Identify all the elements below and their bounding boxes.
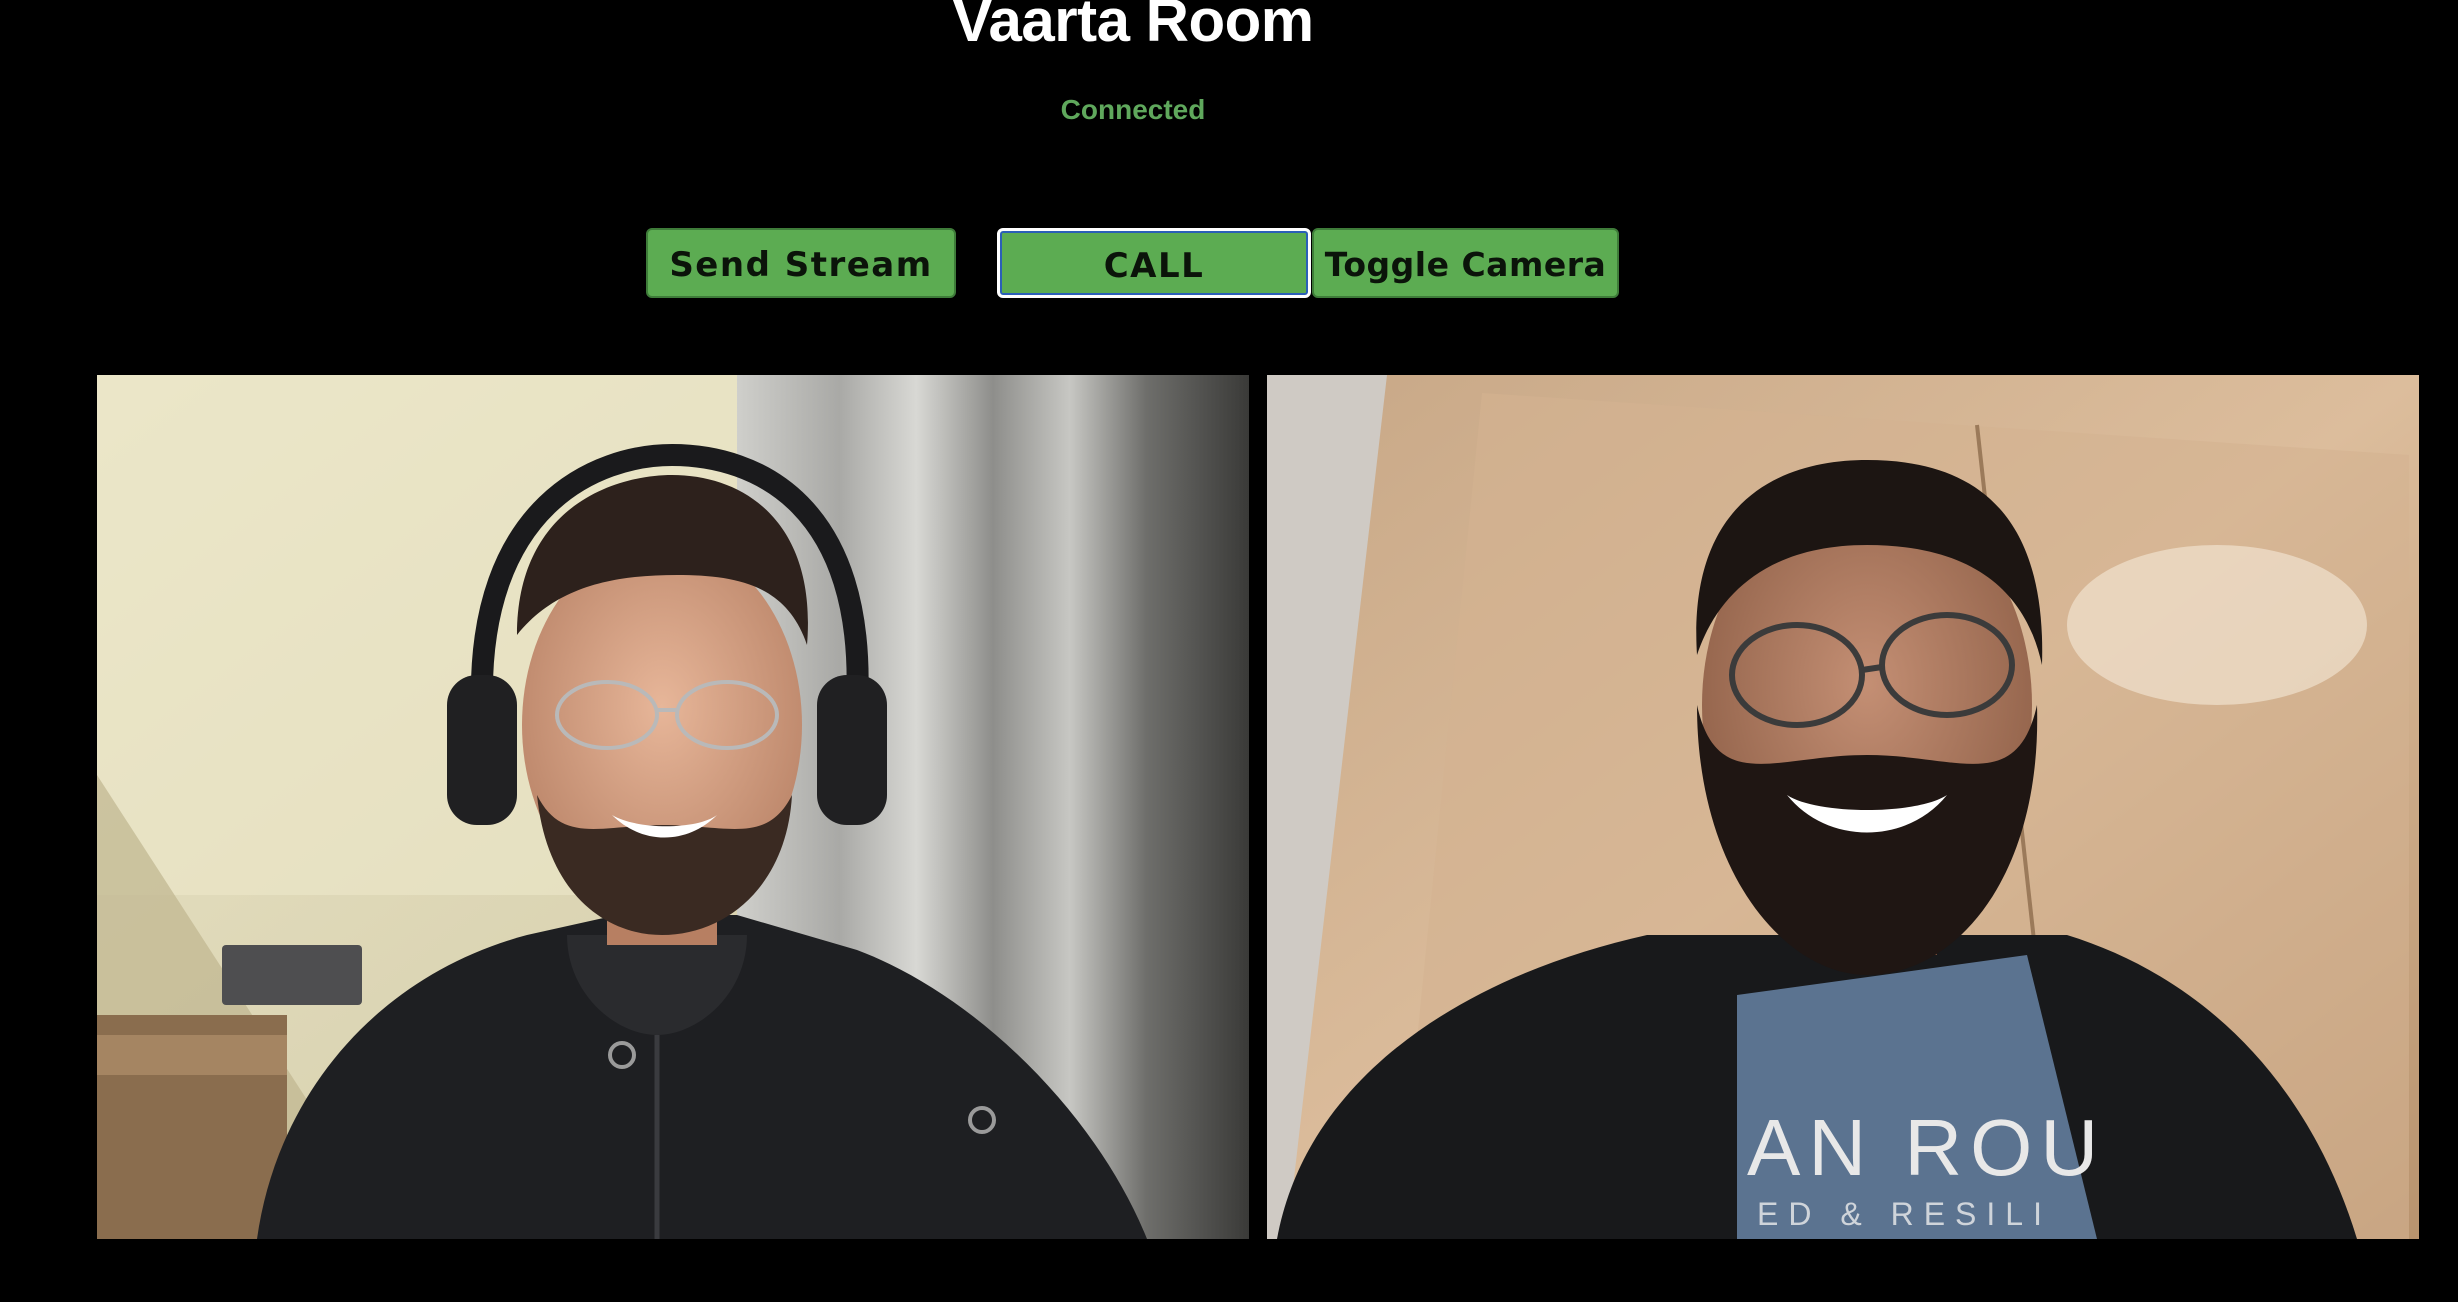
remote-video: AN ROU ED & RESILI bbox=[1267, 375, 2419, 1239]
send-stream-button[interactable]: Send Stream bbox=[646, 228, 956, 298]
local-video-frame bbox=[97, 375, 1249, 1239]
shirt-text: AN ROU bbox=[1747, 1103, 2106, 1192]
call-button[interactable]: CALL bbox=[997, 228, 1311, 298]
remote-video-frame: AN ROU ED & RESILI bbox=[1267, 375, 2419, 1239]
shirt-text-small: ED & RESILI bbox=[1757, 1196, 2052, 1232]
toggle-camera-button[interactable]: Toggle Camera bbox=[1312, 228, 1619, 298]
page-title: Vaarta Room bbox=[952, 0, 1314, 54]
local-video bbox=[97, 375, 1249, 1239]
connection-status: Connected bbox=[1060, 94, 1206, 125]
